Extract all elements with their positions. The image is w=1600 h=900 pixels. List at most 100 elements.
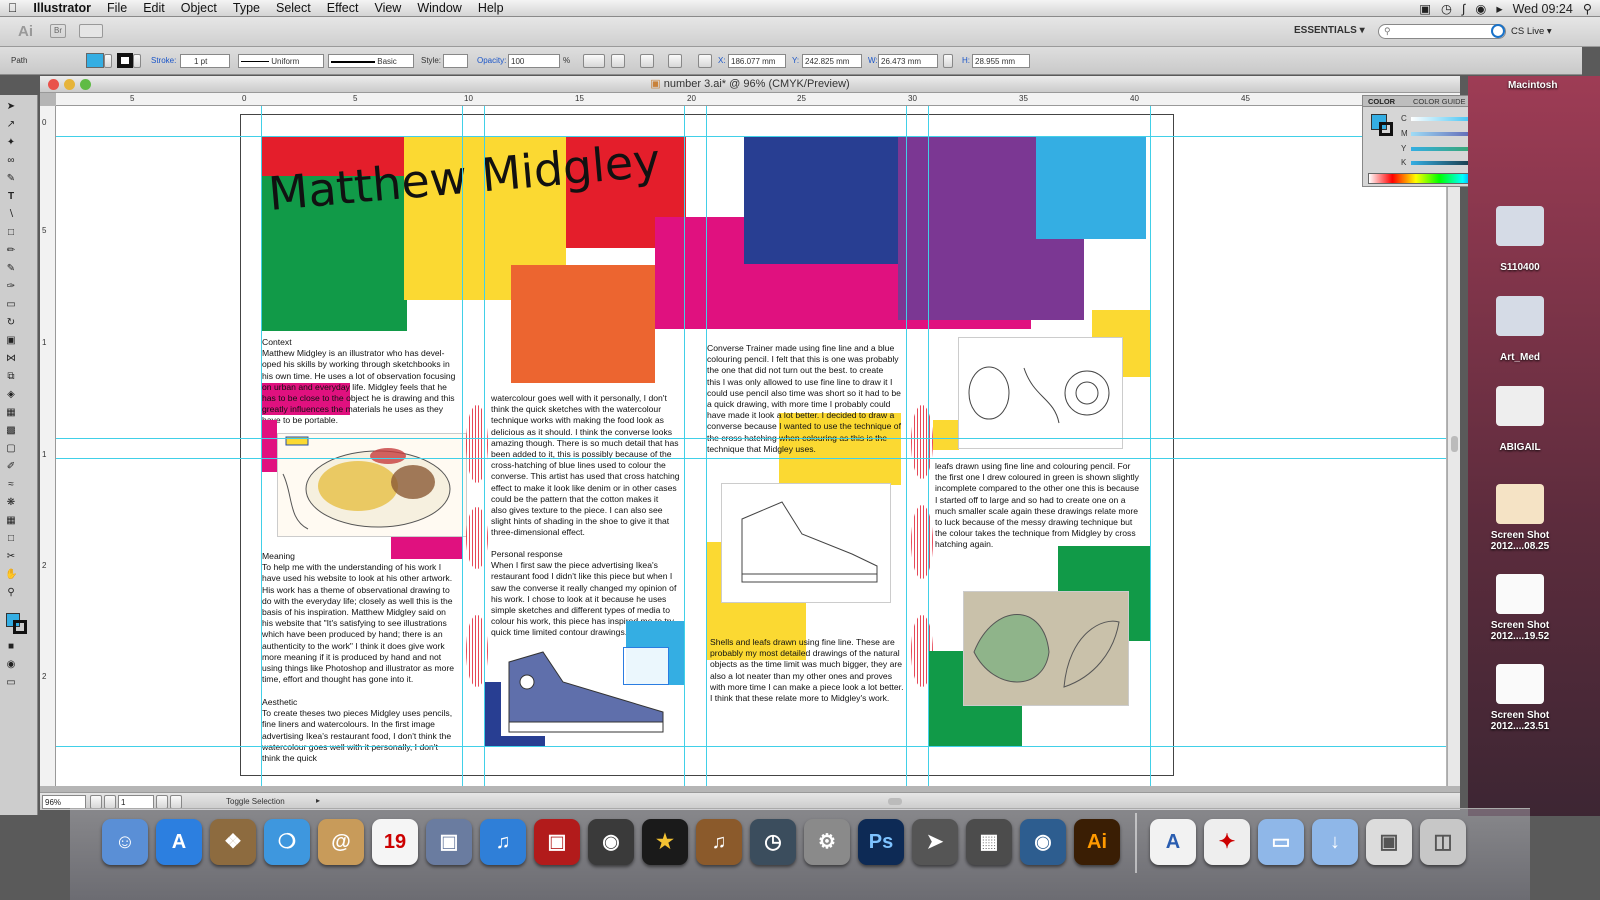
eraser-tool-icon[interactable]: ▭ [5,299,17,311]
menu-type[interactable]: Type [225,1,268,15]
selection-tool-icon[interactable]: ➤ [5,101,17,113]
draw-mode-icon[interactable]: ◉ [5,659,17,671]
launchpad-icon[interactable]: ➤ [912,819,958,865]
menu-effect[interactable]: Effect [319,1,367,15]
column-graph-tool-icon[interactable]: ▦ [5,515,17,527]
graphic-style-picker[interactable] [443,54,468,68]
guide-vertical[interactable] [684,106,685,786]
recolor-artwork-button[interactable] [583,54,605,68]
shape-builder-tool-icon[interactable]: ◈ [5,389,17,401]
document-setup-icon[interactable] [611,54,625,68]
cs-live-menu[interactable]: CS Live ▾ [1511,26,1552,37]
orange-block[interactable] [511,265,655,383]
clock[interactable]: Wed 09:24 [1513,2,1573,16]
canvas[interactable]: Matthew Midgley Context Matthew Midgley … [56,106,1446,786]
eagle-app-icon[interactable]: ❖ [210,819,256,865]
safari-icon[interactable]: ❍ [264,819,310,865]
workspace-switcher[interactable]: ESSENTIALS ▾ [1294,25,1365,36]
artboard-number-field[interactable]: 1 [118,795,154,809]
hand-tool-icon[interactable]: ✋ [5,569,17,581]
navy-block[interactable] [744,136,898,264]
desktop-item-label[interactable]: Screen Shot 2012....23.51 [1484,710,1556,732]
status-text[interactable]: Toggle Selection [226,797,285,806]
y-field[interactable]: 242.825 mm [802,54,862,68]
horizontal-ruler[interactable]: 5 0 5 10 15 20 25 30 35 40 45 [56,93,1460,106]
desktop-item-label[interactable]: Art_Med [1484,352,1556,363]
screenshot-file-icon[interactable] [1496,664,1544,704]
column2-text[interactable]: watercolour goes well with it personally… [491,393,687,539]
leafs-description-text[interactable]: leafs drawn using fine line and colourin… [935,461,1153,551]
x-field[interactable]: 186.077 mm [728,54,786,68]
desktop-item-label[interactable]: Screen Shot 2012....08.25 [1484,530,1556,552]
scale-tool-icon[interactable]: ▣ [5,335,17,347]
menu-edit[interactable]: Edit [135,1,173,15]
guide-vertical[interactable] [1150,106,1151,786]
stroke-swatch[interactable] [117,53,133,68]
network-share-icon[interactable] [1496,206,1544,246]
dashboard-icon[interactable]: ▦ [966,819,1012,865]
opacity-field[interactable]: 100 [508,54,560,68]
menu-object[interactable]: Object [173,1,225,15]
stroke-weight-field[interactable]: 1 pt [180,54,230,68]
menu-file[interactable]: File [99,1,135,15]
reference-point-icon[interactable] [698,54,712,68]
close-window-icon[interactable] [48,79,59,90]
spotlight-icon[interactable]: ⚲ [1583,1,1592,16]
menu-app-name[interactable]: Illustrator [25,1,99,15]
status-menu-arrow-icon[interactable]: ▸ [316,796,320,805]
paintbrush-tool-icon[interactable]: ✏ [5,245,17,257]
guide-horizontal[interactable] [56,458,1446,459]
bridge-icon[interactable]: Br [50,24,66,38]
status-menu-icon[interactable]: ▣ [1419,1,1431,16]
guide-vertical[interactable] [906,106,907,786]
folder-icon[interactable]: ▭ [1258,819,1304,865]
color-guide-tab[interactable]: COLOR GUIDE [1413,97,1466,106]
network-share-icon[interactable] [1496,296,1544,336]
gradient-tool-icon[interactable]: ▢ [5,443,17,455]
variable-width-profile[interactable]: Uniform [238,54,324,68]
guide-vertical[interactable] [928,106,929,786]
first-artboard-button[interactable] [90,795,102,809]
opacity-label[interactable]: Opacity: [477,56,506,65]
meaning-text[interactable]: Meaning To help me with the understandin… [262,551,467,685]
volume-label[interactable]: Macintosh [1508,80,1557,91]
zoom-tool-icon[interactable]: ⚲ [5,587,17,599]
transform-icon[interactable] [668,54,682,68]
app-store-icon[interactable]: A [156,819,202,865]
shells-description-text[interactable]: Shells and leafs drawn using fine line. … [710,637,912,704]
slice-tool-icon[interactable]: ✂ [5,551,17,563]
time-machine-icon[interactable]: ◷ [1441,1,1452,16]
iphoto-icon[interactable]: ▣ [426,819,472,865]
width-tool-icon[interactable]: ⋈ [5,353,17,365]
screenshot-file-icon[interactable] [1496,484,1544,524]
yellow-marker-col4[interactable] [933,420,959,450]
guide-vertical[interactable] [462,106,463,786]
pencil-tool-icon[interactable]: ✎ [5,263,17,275]
docx-document-icon[interactable]: A [1150,819,1196,865]
fill-swatch[interactable] [86,53,104,68]
calendar-icon[interactable]: 19 [372,819,418,865]
pdf-document-icon[interactable]: ✦ [1204,819,1250,865]
direct-selection-tool-icon[interactable]: ↗ [5,119,17,131]
lasso-tool-icon[interactable]: ∞ [5,155,17,167]
color-tab[interactable]: COLOR [1368,97,1395,106]
leaves-colour-illustration[interactable] [963,591,1129,706]
preview-document-icon[interactable]: ▣ [1366,819,1412,865]
desktop-item-label[interactable]: Screen Shot 2012....19.52 [1484,620,1556,642]
red-scribble-decoration[interactable] [911,505,933,579]
vertical-scrollbar[interactable] [1447,106,1460,786]
menu-view[interactable]: View [366,1,409,15]
address-book-icon[interactable]: @ [318,819,364,865]
vertical-ruler[interactable]: 0 5 1 1 2 2 [40,106,56,786]
mesh-tool-icon[interactable]: ▩ [5,425,17,437]
magic-wand-tool-icon[interactable]: ✦ [5,137,17,149]
converse-sketch-illustration[interactable] [721,483,891,603]
sky-block[interactable] [1036,136,1146,239]
w-field[interactable]: 26.473 mm [878,54,938,68]
stroke-color-swatch[interactable] [1379,122,1393,136]
rectangle-tool-icon[interactable]: □ [5,227,17,239]
magenta-strip-col1[interactable] [262,420,277,472]
stroke-color-indicator[interactable] [13,620,27,634]
color-mode-icon[interactable]: ■ [5,641,17,653]
finder-icon[interactable]: ☺ [102,819,148,865]
